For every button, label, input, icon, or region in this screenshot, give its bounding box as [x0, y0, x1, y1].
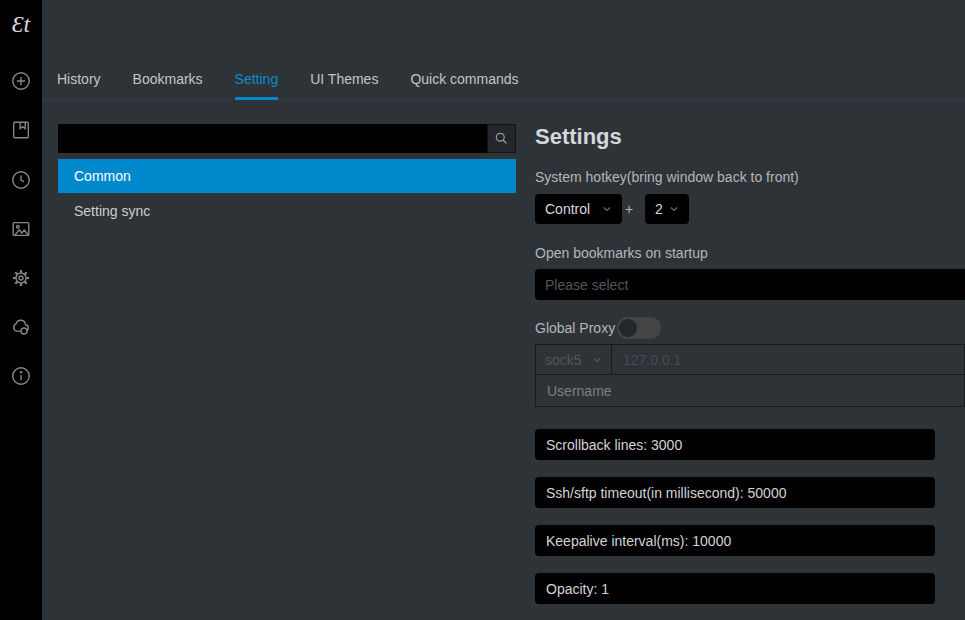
history-icon[interactable]: [10, 169, 32, 191]
proxy-username-input[interactable]: [535, 374, 965, 407]
global-proxy-label: Global Proxy: [535, 320, 615, 336]
hotkey-modifier-select[interactable]: Control: [535, 194, 622, 224]
tab-bar: History Bookmarks Setting UI Themes Quic…: [42, 60, 965, 100]
ssh-timeout-input[interactable]: [535, 477, 935, 508]
proxy-type-select[interactable]: sock5: [535, 344, 612, 375]
search-input[interactable]: [58, 124, 487, 153]
tab-history[interactable]: History: [57, 60, 101, 100]
chevron-down-icon: [669, 204, 679, 214]
bookmarks-startup-select[interactable]: Please select: [535, 269, 965, 300]
settings-gear-icon[interactable]: [10, 267, 32, 289]
search-icon[interactable]: [487, 124, 516, 153]
plus-circle-icon[interactable]: [10, 70, 32, 92]
bookmarks-startup-label: Open bookmarks on startup: [535, 245, 708, 261]
tab-setting[interactable]: Setting: [235, 60, 279, 100]
sidebar: Ɛt: [0, 0, 42, 620]
cloud-sync-icon[interactable]: [10, 316, 32, 338]
hotkey-label: System hotkey(bring window back to front…: [535, 169, 799, 185]
app-window: Ɛt History Bookmarks Setting UI Themes Q…: [0, 0, 965, 620]
proxy-host-input[interactable]: [611, 344, 965, 375]
chevron-down-icon: [592, 355, 602, 365]
info-icon[interactable]: [10, 365, 32, 387]
tab-ui-themes[interactable]: UI Themes: [310, 60, 378, 100]
themes-image-icon[interactable]: [10, 218, 32, 240]
tab-quick-commands[interactable]: Quick commands: [410, 60, 518, 100]
settings-search: [58, 124, 516, 153]
settings-title: Settings: [535, 124, 622, 150]
tab-bookmarks[interactable]: Bookmarks: [133, 60, 203, 100]
keepalive-interval-input[interactable]: [535, 525, 935, 556]
bookmarks-icon[interactable]: [10, 119, 32, 141]
app-logo[interactable]: Ɛt: [0, 11, 42, 38]
hotkey-plus: +: [625, 201, 633, 217]
scrollback-lines-input[interactable]: [535, 429, 935, 460]
nav-item-setting-sync[interactable]: Setting sync: [58, 194, 516, 228]
opacity-input[interactable]: [535, 573, 935, 604]
nav-item-common[interactable]: Common: [58, 159, 516, 193]
toggle-knob: [619, 319, 637, 337]
global-proxy-toggle[interactable]: [617, 317, 661, 339]
hotkey-key-select[interactable]: 2: [645, 194, 689, 224]
chevron-down-icon: [602, 204, 612, 214]
